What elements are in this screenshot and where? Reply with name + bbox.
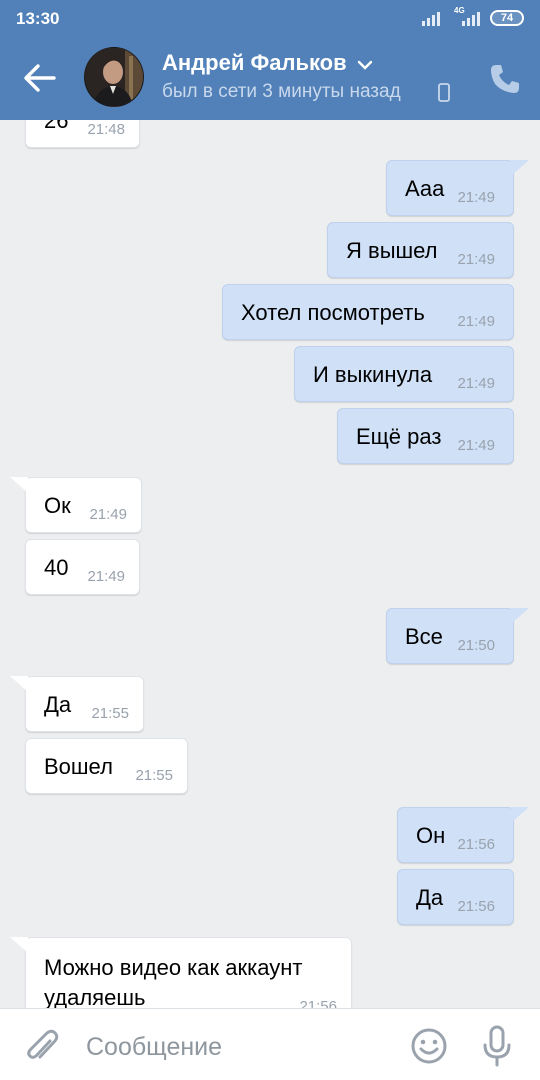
message-outgoing[interactable]: Я вышел 21:49 [327,222,514,278]
message-time: 21:49 [457,251,495,268]
microphone-icon[interactable] [482,1025,512,1067]
status-time: 13:30 [16,9,60,28]
arrow-back-icon[interactable] [20,60,60,96]
message-time: 21:49 [457,313,495,330]
bubble-tail-icon [10,477,28,493]
phone-call-icon[interactable] [488,62,522,96]
message-text: И выкинула [313,362,433,387]
message-incoming[interactable]: 40 21:49 [25,539,140,595]
emoji-icon[interactable] [410,1027,448,1065]
message-text-line-1: Можно видео как аккаунт [44,955,303,980]
message-outgoing[interactable]: Ещё раз 21:49 [337,408,514,464]
message-outgoing[interactable]: Ааа 21:49 [386,160,529,216]
message-incoming[interactable]: 26 21:48 [25,120,140,148]
chevron-down-icon[interactable] [356,58,374,72]
message-text: 40 [44,555,69,580]
message-time: 21:49 [457,189,495,206]
signal-icon [422,10,440,26]
message-time: 21:49 [87,568,125,585]
contact-name[interactable]: Андрей Фальков [162,50,347,76]
battery-icon: 74 [490,10,524,26]
message-text-line-2: удаляешь [44,985,146,1008]
bubble-tail-icon [10,676,28,692]
bubble-tail-icon [10,937,28,953]
message-text: Да [416,885,444,910]
battery-level: 74 [500,12,514,24]
message-outgoing[interactable]: Все 21:50 [386,608,529,664]
message-text: 26 [44,120,69,133]
message-time: 21:48 [87,121,125,138]
message-incoming[interactable]: Да 21:55 [10,676,144,732]
message-text: Он [416,823,446,848]
message-incoming[interactable]: Вошел 21:55 [25,738,188,794]
chat-header: 13:30 4G 74 Андрей Фальков был в сети 3 … [0,0,540,120]
message-time: 21:55 [91,705,129,722]
message-outgoing[interactable]: Он 21:56 [397,807,529,863]
message-time: 21:49 [89,506,127,523]
message-text: Да [44,692,72,717]
bubble-tail-icon [511,160,529,176]
mobile-phone-icon [438,83,450,102]
message-composer: Сообщение [0,1008,540,1080]
avatar[interactable] [84,47,144,107]
message-input[interactable]: Сообщение [86,1033,222,1062]
message-text: Ок [44,493,71,518]
message-list[interactable]: 26 21:48 Ааа 21:49 Я вышел 21:49 Хотел п… [0,120,540,1008]
message-time: 21:56 [457,898,495,915]
message-outgoing[interactable]: Да 21:56 [397,869,514,925]
message-time: 21:56 [457,836,495,853]
message-text: Я вышел [346,238,438,263]
message-outgoing[interactable]: И выкинула 21:49 [294,346,514,402]
message-text: Хотел посмотреть [241,300,425,325]
message-time: 21:56 [299,998,337,1008]
message-outgoing[interactable]: Хотел посмотреть 21:49 [222,284,514,340]
message-incoming[interactable]: Можно видео как аккаунт удаляешь 21:56 [10,937,352,1008]
message-text: Ааа [405,176,445,201]
attach-icon[interactable] [24,1027,60,1067]
message-time: 21:49 [457,375,495,392]
message-text: Все [405,624,443,649]
message-time: 21:49 [457,437,495,454]
message-time: 21:50 [457,637,495,654]
message-text: Вошел [44,754,113,779]
signal-icon-2 [462,10,480,26]
message-time: 21:55 [135,767,173,784]
bubble-tail-icon [511,807,529,823]
message-text: Ещё раз [356,424,442,449]
message-incoming[interactable]: Ок 21:49 [10,477,142,533]
contact-status: был в сети 3 минуты назад [162,81,401,102]
status-bar: 13:30 4G 74 [0,0,540,38]
bubble-tail-icon [511,608,529,624]
